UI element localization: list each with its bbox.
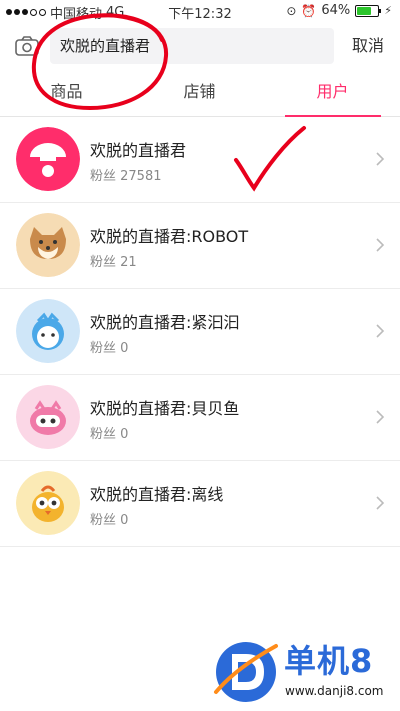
fans-count: 粉丝 27581: [90, 169, 162, 184]
cancel-button[interactable]: 取消: [352, 28, 384, 64]
status-right: ⊙ ⏰ 64% ⚡: [286, 3, 392, 18]
status-bar: 中国移动 4G 下午12:32 ⊙ ⏰ 64% ⚡: [0, 0, 400, 22]
tab-products[interactable]: 商品: [0, 70, 133, 116]
user-name: 欢脱的直播君:离线: [90, 485, 224, 504]
list-item[interactable]: 欢脱的直播君:离线 粉丝 0: [0, 461, 400, 547]
user-name: 欢脱的直播君:紧汩汩: [90, 313, 240, 332]
chevron-right-icon: [376, 410, 385, 424]
brand-url: www.danji8.com: [285, 684, 384, 698]
chevron-right-icon: [376, 496, 385, 510]
avatar: [16, 385, 80, 449]
tab-shops[interactable]: 店铺: [133, 70, 266, 116]
battery-icon: [355, 4, 382, 17]
search-input[interactable]: 欢脱的直播君: [50, 28, 334, 64]
fans-count: 粉丝 0: [90, 513, 129, 528]
user-name: 欢脱的直播君: [90, 141, 187, 160]
rotation-lock-icon: ⊙: [286, 3, 297, 18]
list-item[interactable]: 欢脱的直播君:貝贝鱼 粉丝 0: [0, 375, 400, 461]
list-item[interactable]: 欢脱的直播君 粉丝 27581: [0, 117, 400, 203]
alarm-icon: ⏰: [301, 3, 317, 18]
charging-icon: ⚡: [384, 4, 392, 17]
avatar: [16, 213, 80, 277]
chevron-right-icon: [376, 152, 385, 166]
avatar: [16, 127, 80, 191]
list-item[interactable]: 欢脱的直播君:ROBOT 粉丝 21: [0, 203, 400, 289]
battery-percent: 64%: [321, 3, 351, 18]
avatar: [16, 299, 80, 363]
chevron-right-icon: [376, 324, 385, 338]
brand-name: 单机8: [284, 642, 374, 680]
user-name: 欢脱的直播君:貝贝鱼: [90, 399, 240, 418]
user-name: 欢脱的直播君:ROBOT: [90, 227, 249, 246]
fans-count: 粉丝 0: [90, 341, 129, 356]
fans-count: 粉丝 0: [90, 427, 129, 442]
tab-users[interactable]: 用户: [266, 70, 399, 116]
camera-icon[interactable]: [14, 33, 40, 59]
list-item[interactable]: 欢脱的直播君:紧汩汩 粉丝 0: [0, 289, 400, 375]
avatar: [16, 471, 80, 535]
tab-bar: 商品 店铺 用户: [0, 70, 400, 117]
chevron-right-icon: [376, 238, 385, 252]
user-list: 欢脱的直播君 粉丝 27581 欢脱的直播君:ROBOT 粉丝 21 欢脱的直播…: [0, 117, 400, 547]
fans-count: 粉丝 21: [90, 255, 137, 270]
search-bar: 欢脱的直播君 取消: [0, 24, 400, 68]
